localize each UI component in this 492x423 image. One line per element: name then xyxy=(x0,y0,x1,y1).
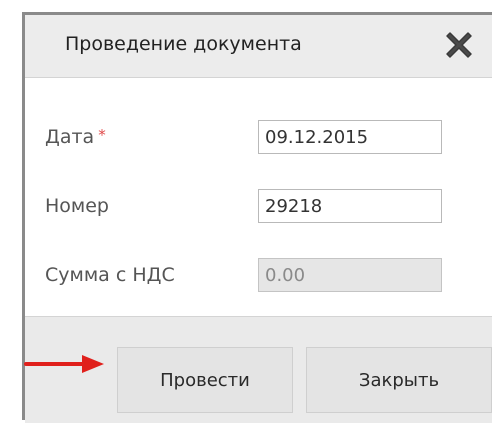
red-arrow-icon xyxy=(24,355,104,373)
close-button[interactable]: Закрыть xyxy=(306,347,492,413)
screenshot-frame: Проведение документа Дата* Номер Сумма с… xyxy=(0,0,492,423)
number-field[interactable] xyxy=(258,189,442,223)
dialog-form: Дата* Номер Сумма с НДС xyxy=(25,77,492,317)
required-mark: * xyxy=(98,126,106,144)
number-row: Номер xyxy=(25,187,492,227)
date-label: Дата * xyxy=(45,126,106,148)
sum-label: Сумма с НДС xyxy=(45,264,175,286)
sum-row: Сумма с НДС xyxy=(25,256,492,296)
dialog-title: Проведение документа xyxy=(65,33,302,55)
date-row: Дата * xyxy=(25,118,492,158)
date-label-text: Дата xyxy=(45,126,95,148)
sum-field xyxy=(258,258,442,292)
date-field[interactable] xyxy=(258,120,442,154)
number-label: Номер xyxy=(45,195,109,217)
dialog-titlebar: Проведение документа xyxy=(25,15,492,77)
close-x-icon[interactable] xyxy=(441,27,477,63)
post-button[interactable]: Провести xyxy=(117,347,293,413)
